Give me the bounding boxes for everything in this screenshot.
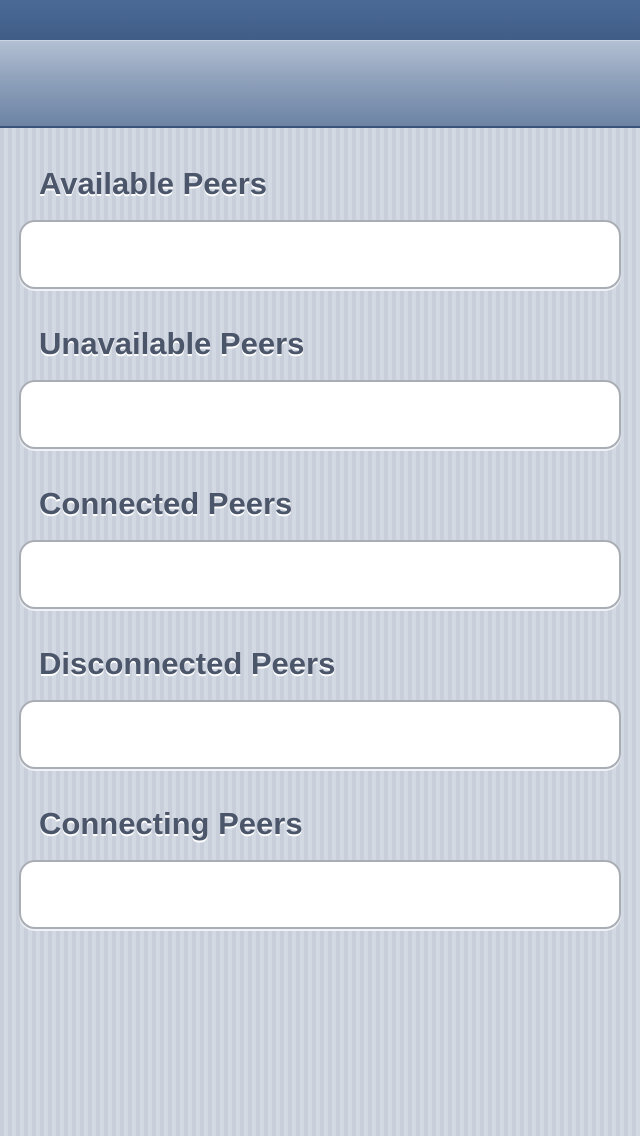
status-bar: [0, 0, 640, 40]
connecting-peers-cell[interactable]: [19, 860, 621, 929]
unavailable-peers-cell[interactable]: [19, 380, 621, 449]
disconnected-peers-section: Disconnected Peers: [0, 608, 640, 769]
peers-list-view: Available Peers Unavailable Peers Connec…: [0, 128, 640, 1136]
section-header-unavailable-peers: Unavailable Peers: [39, 326, 305, 361]
unavailable-peers-section: Unavailable Peers: [0, 288, 640, 449]
navigation-bar: [0, 40, 640, 128]
section-header-available-peers: Available Peers: [39, 166, 268, 201]
connected-peers-section: Connected Peers: [0, 448, 640, 609]
section-header-disconnected-peers: Disconnected Peers: [39, 646, 336, 681]
section-header-connecting-peers: Connecting Peers: [39, 806, 303, 841]
connected-peers-cell[interactable]: [19, 540, 621, 609]
connecting-peers-section: Connecting Peers: [0, 768, 640, 929]
available-peers-section: Available Peers: [0, 128, 640, 289]
section-header-connected-peers: Connected Peers: [39, 486, 293, 521]
available-peers-cell[interactable]: [19, 220, 621, 289]
disconnected-peers-cell[interactable]: [19, 700, 621, 769]
